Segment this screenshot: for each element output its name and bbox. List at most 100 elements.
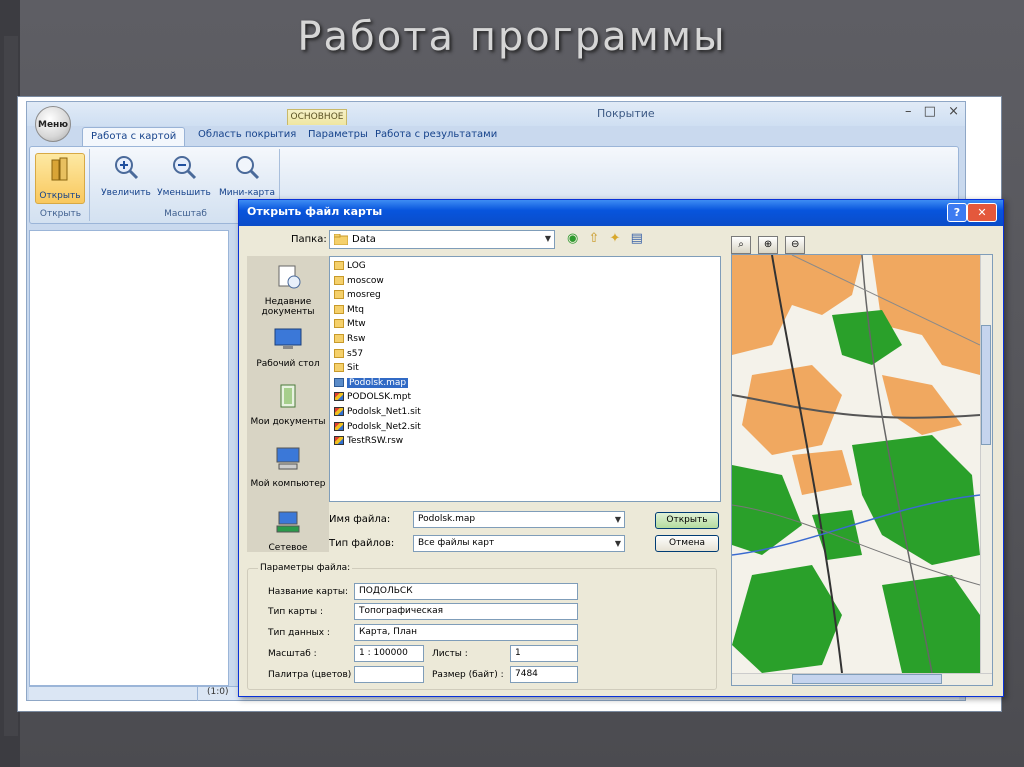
file-list-item[interactable]: moscow [334,275,384,290]
folder-icon [334,304,344,314]
file-name: PODOLSK.mpt [347,392,412,403]
place-recent[interactable]: Недавние документы [247,264,329,317]
filename-label: Имя файла: [329,514,391,525]
map-file-icon [334,377,344,387]
file-list-item[interactable]: Podolsk_Net2.sit [334,421,421,436]
open-button-label: Открыть [39,191,81,201]
open-file-button[interactable]: Открыть [655,512,719,529]
status-scale: (1:0) [207,687,229,697]
params-legend: Параметры файла: [258,563,353,573]
sheets-label: Листы : [432,649,468,659]
file-name: Podolsk_Net2.sit [347,421,421,432]
folder-icon [334,319,344,329]
file-list[interactable]: LOG moscow mosreg Mtq Mtw Rsw s57 Sit Podolsk.ma… [329,256,721,502]
status-separator [197,687,198,701]
file-list-item[interactable]: Podolsk_Net1.sit [334,407,421,421]
map-type-label: Тип карты : [268,607,323,617]
dialog-titlebar: Открыть файл карты ? ✕ [239,200,1003,226]
filetype-label: Тип файлов: [329,538,395,549]
file-icon [334,392,344,402]
file-name: Podolsk.map [347,377,409,388]
place-computer-label: Мой компьютер [250,479,326,489]
place-network-label: Сетевое [268,543,308,553]
preview-vertical-scrollbar[interactable] [980,255,992,685]
map-preview[interactable] [731,254,993,686]
place-desktop[interactable]: Рабочий стол [247,326,329,369]
tab-coverage-area[interactable]: Область покрытия [198,129,296,140]
zoom-in-button[interactable]: Увеличить [98,153,154,198]
minimize-button[interactable]: – [905,104,912,119]
minimap-button[interactable]: Мини-карта [218,153,276,198]
palette-field [354,666,424,683]
map-preview-image [732,255,981,674]
file-icon [334,436,344,446]
file-name: Sit [347,363,359,374]
open-button[interactable]: Открыть [35,153,85,204]
place-documents[interactable]: Мои документы [247,384,329,427]
file-list-item[interactable]: PODOLSK.mpt [334,392,411,406]
restore-button[interactable]: □ [924,104,936,119]
file-list-item[interactable]: LOG [334,261,366,275]
preview-horizontal-scrollbar[interactable] [732,673,992,685]
file-name: s57 [347,348,364,359]
zoom-out-button[interactable]: Уменьшить [156,153,212,198]
map-workarea[interactable] [29,230,229,686]
scroll-thumb[interactable] [792,674,942,684]
my-computer-icon [276,447,300,470]
window-controls: – □ × [897,104,959,119]
data-type-label: Тип данных : [268,628,330,638]
preview-zoom-out-icon[interactable]: ⊖ [785,236,806,254]
filename-input[interactable]: Podolsk.map ▼ [413,511,625,528]
cancel-button[interactable]: Отмена [655,535,719,552]
tab-map-work[interactable]: Работа с картой [82,127,186,147]
tab-parameters[interactable]: Параметры [308,129,368,140]
map-type-field: Топографическая [354,603,578,620]
scroll-thumb[interactable] [981,325,991,445]
file-list-item[interactable]: Mtw [334,319,366,333]
up-folder-icon[interactable]: ⇧ [588,231,599,246]
file-list-item[interactable]: s57 [334,348,364,363]
data-type-field: Карта, План [354,624,578,641]
zoom-out-icon [173,156,197,180]
place-computer[interactable]: Мой компьютер [247,446,329,489]
close-button[interactable]: × [948,104,959,119]
filetype-select[interactable]: Все файлы карт ▼ [413,535,625,552]
preview-zoom-in-icon[interactable]: ⊕ [758,236,779,254]
minimap-label: Мини-карта [218,188,276,198]
menu-button[interactable]: Меню [35,106,71,142]
zoom-in-icon [115,156,139,180]
look-in-select[interactable]: Data ▼ [329,230,555,249]
look-in-value: Data [352,234,376,245]
dialog-title: Открыть файл карты [247,205,383,218]
size-label: Размер (байт) : [432,670,504,680]
file-list-item[interactable]: TestRSW.rsw [334,436,403,450]
view-menu-icon[interactable]: ▤ [631,231,643,246]
filename-value: Podolsk.map [418,514,476,524]
preview-fit-icon[interactable]: ⌕ [731,236,751,254]
nav-toolbar: ◉ ⇧ ✦ ▤ [567,231,649,246]
folder-icon [334,334,344,343]
open-map-icon [51,157,68,181]
new-folder-icon[interactable]: ✦ [610,231,621,246]
place-network[interactable]: Сетевое [247,510,329,553]
folder-icon [334,275,344,285]
recent-documents-icon [278,265,301,289]
dialog-close-button[interactable]: ✕ [967,203,997,222]
file-list-item[interactable]: Rsw [334,334,365,348]
tab-results[interactable]: Работа с результатами [375,129,497,140]
file-icon [334,407,344,416]
help-button[interactable]: ? [947,203,967,222]
file-name: Mtw [347,319,366,330]
file-name: moscow [347,275,384,286]
map-name-field: ПОДОЛЬСК [354,583,578,600]
file-list-item[interactable]: Podolsk.map [334,377,409,392]
back-icon[interactable]: ◉ [567,231,578,246]
file-list-item[interactable]: mosreg [334,290,381,304]
file-list-item[interactable]: Sit [334,363,359,377]
places-bar: Недавние документы Рабочий стол Мои доку… [247,256,329,553]
file-list-item[interactable]: Mtq [334,304,364,319]
file-name: Podolsk_Net1.sit [347,407,421,417]
map-name-label: Название карты: [268,587,349,597]
app-titlebar: Покрытие – □ × [27,102,965,126]
folder-icon [334,261,344,270]
